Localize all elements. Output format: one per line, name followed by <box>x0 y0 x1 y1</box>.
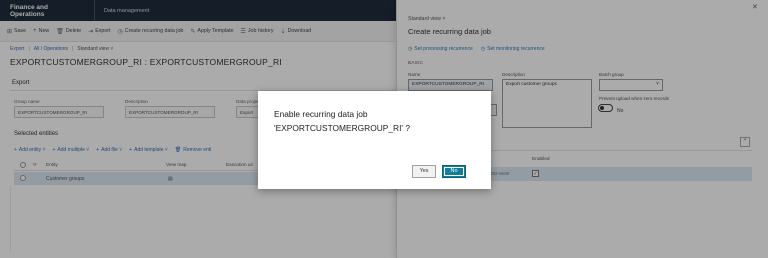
dialog-message-line1: Enable recurring data job <box>274 109 368 119</box>
yes-button[interactable]: Yes <box>412 165 436 178</box>
confirm-dialog: Enable recurring data job 'EXPORTCUSTOME… <box>258 91 491 189</box>
dialog-message: Enable recurring data job 'EXPORTCUSTOME… <box>274 107 410 135</box>
dialog-message-line2: 'EXPORTCUSTOMERGROUP_RI' ? <box>274 123 410 133</box>
no-button[interactable]: No <box>442 165 466 178</box>
